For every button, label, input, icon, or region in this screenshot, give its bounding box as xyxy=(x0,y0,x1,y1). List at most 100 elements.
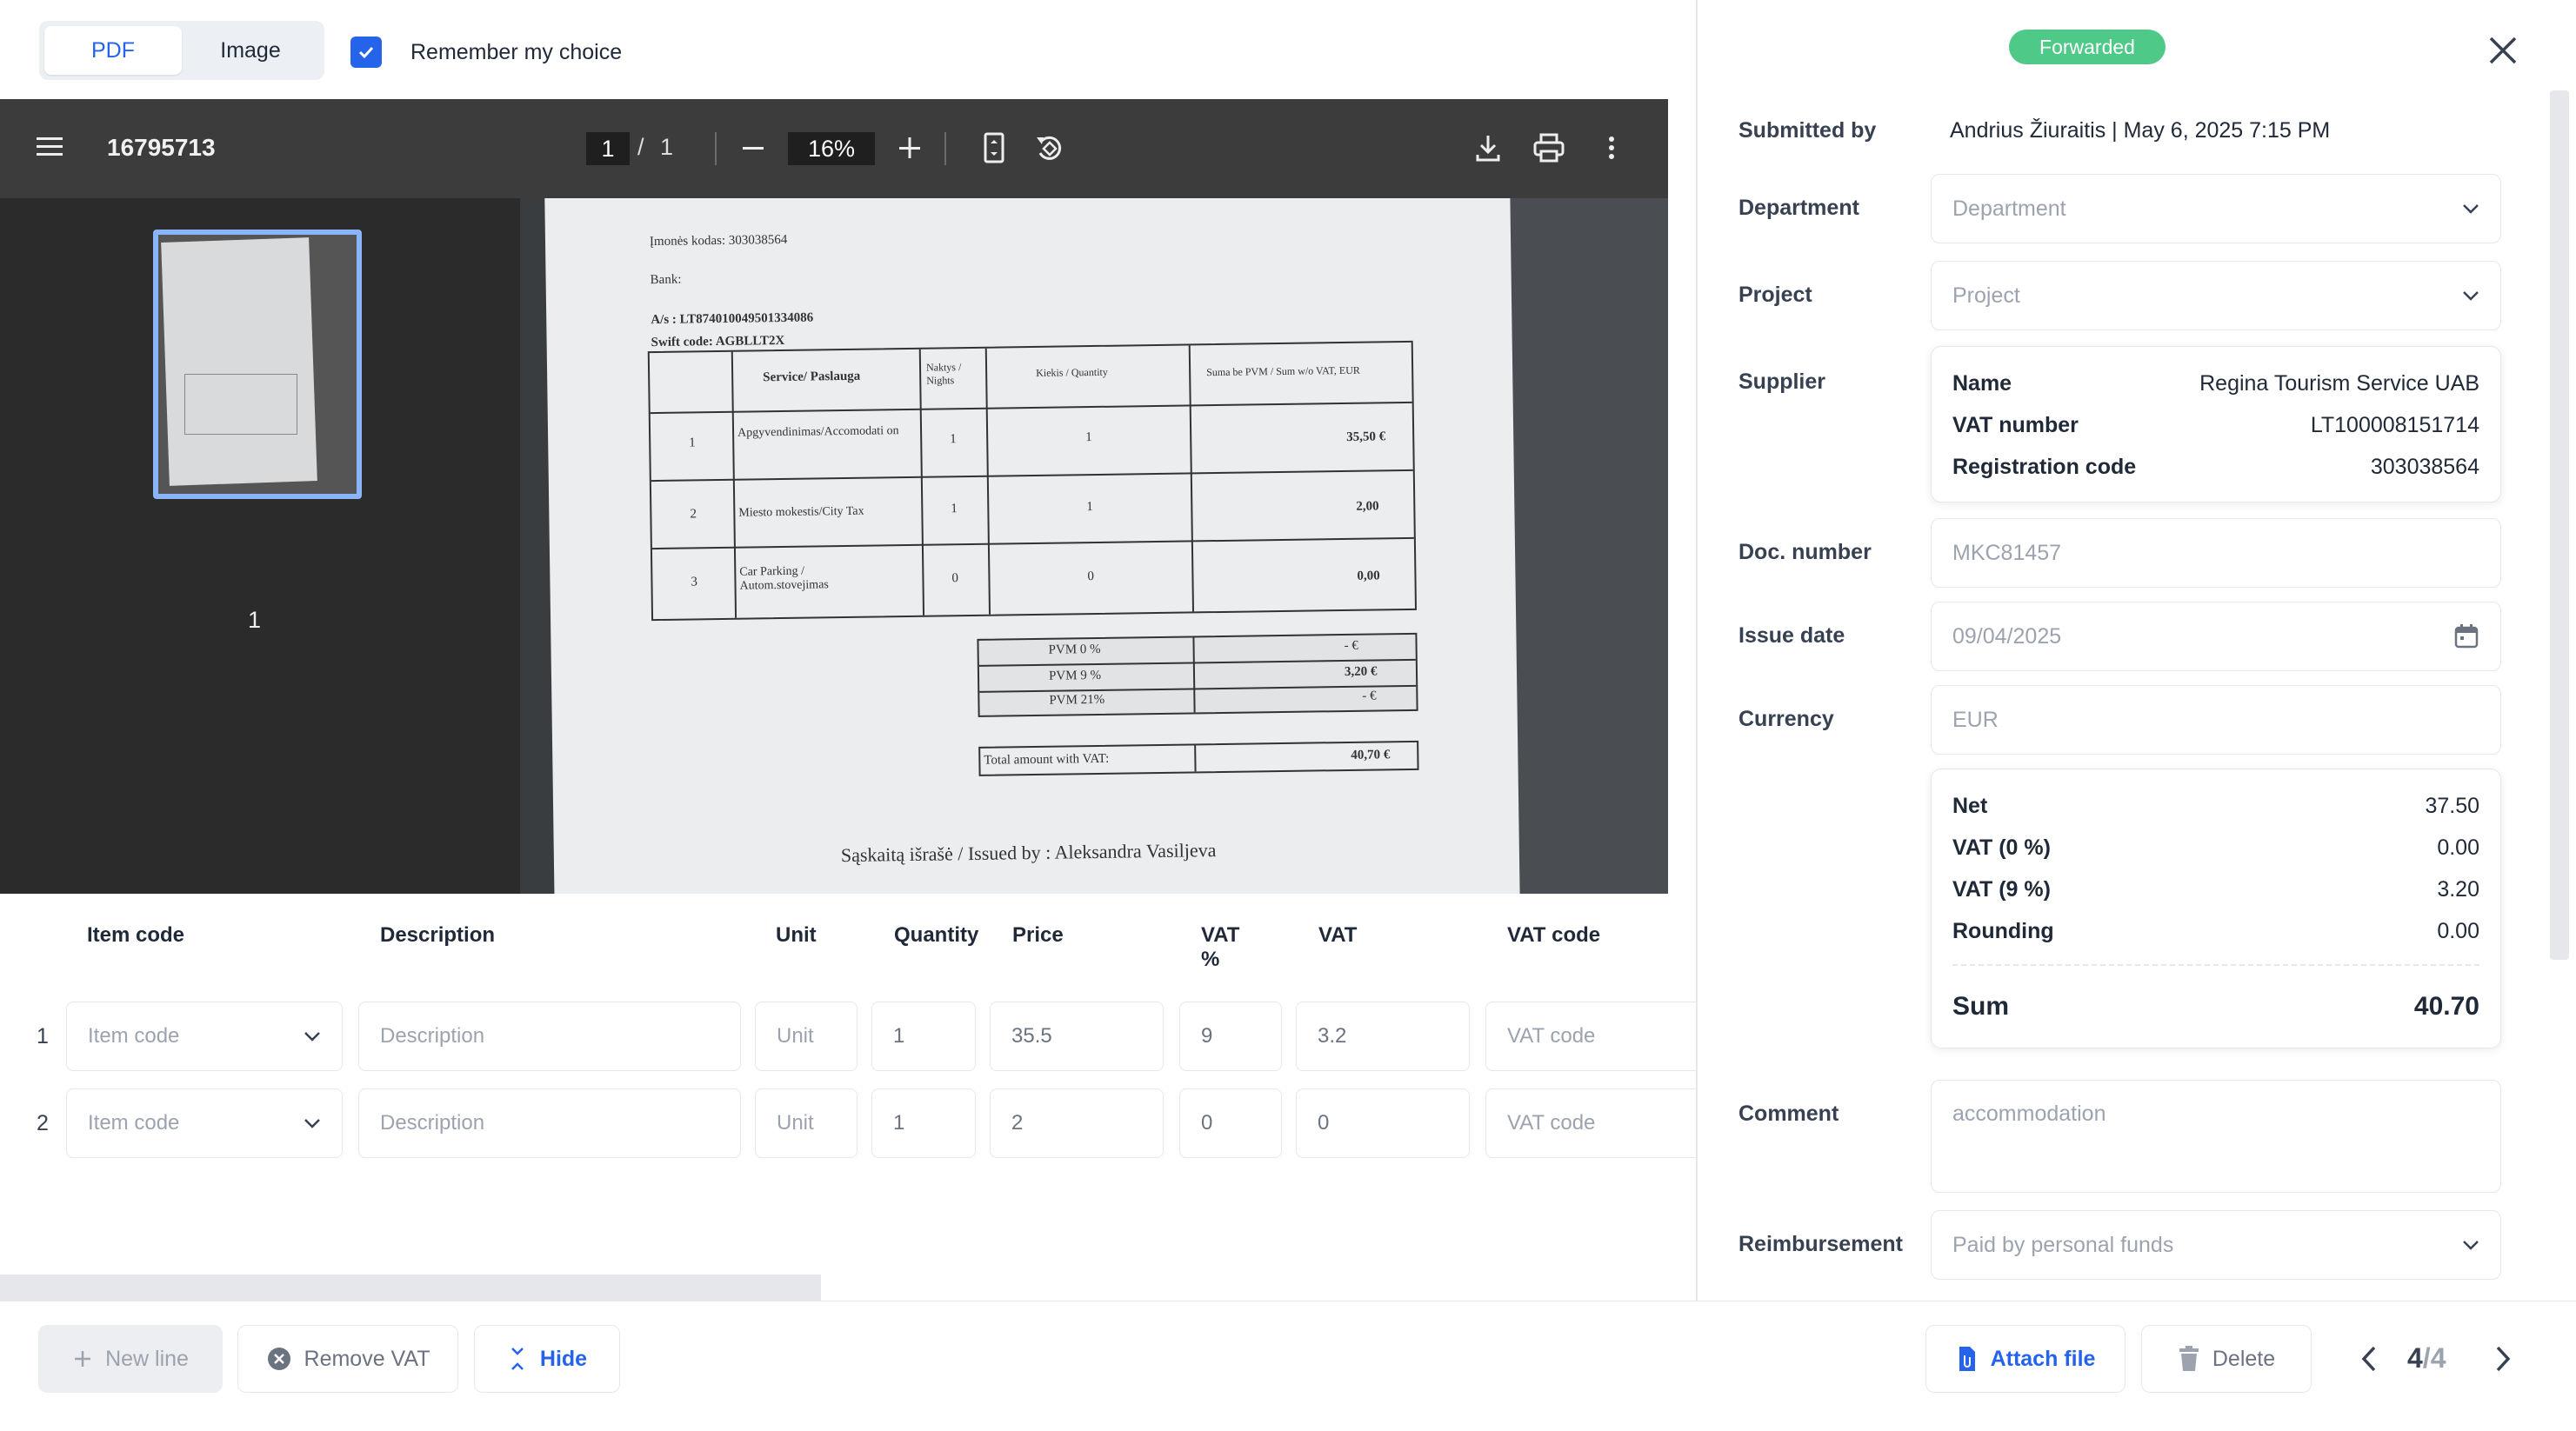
invoice-account: A/s : LT874010049501334086 xyxy=(651,310,814,328)
description-input[interactable]: Description xyxy=(358,1088,741,1158)
rotate-icon[interactable] xyxy=(1033,130,1066,165)
item-code-select[interactable]: Item code xyxy=(66,1088,343,1158)
close-icon[interactable] xyxy=(2486,33,2520,68)
invoice-row-nights: 1 xyxy=(950,432,957,447)
attach-file-button[interactable]: Attach file xyxy=(1925,1325,2126,1393)
document-pane: PDF Image Remember my choice 16795713 1 … xyxy=(0,0,1696,1301)
toolbar-divider xyxy=(944,132,946,165)
vat-code-select[interactable]: VAT code xyxy=(1485,1088,1696,1158)
pdf-toolbar: 16795713 1 / 1 16% xyxy=(0,99,1668,198)
col-header-vat-pct: VAT % xyxy=(1201,923,1240,971)
vat-code-select[interactable]: VAT code xyxy=(1485,1002,1696,1071)
zoom-level-input[interactable]: 16% xyxy=(788,132,875,165)
unit-input[interactable]: Unit xyxy=(755,1002,858,1071)
image-toggle-button[interactable]: Image xyxy=(182,26,319,75)
supplier-vat-value: LT100008151714 xyxy=(2310,413,2479,437)
project-label: Project xyxy=(1738,283,1812,307)
download-icon[interactable] xyxy=(1473,130,1503,165)
price-input[interactable]: 35.5 xyxy=(990,1002,1164,1071)
project-select[interactable]: Project xyxy=(1931,261,2501,330)
zoom-in-icon[interactable] xyxy=(898,134,922,162)
invoice-row-service: Miesto mokestis/City Tax xyxy=(738,504,864,520)
vat-pct-input[interactable]: 9 xyxy=(1179,1002,1282,1071)
pager-total: /4 xyxy=(2422,1342,2446,1374)
expense-review-dialog: PDF Image Remember my choice 16795713 1 … xyxy=(0,0,2576,1431)
fit-page-icon[interactable] xyxy=(981,130,1007,165)
chevron-down-icon xyxy=(304,1119,320,1128)
vat-input[interactable]: 3.2 xyxy=(1296,1002,1470,1071)
rounding-key: Rounding xyxy=(1952,919,2054,943)
collapse-icon xyxy=(511,1348,524,1370)
calendar-icon[interactable] xyxy=(2453,623,2479,649)
invoice-row-qty: 1 xyxy=(1085,430,1092,445)
invoice-vat-value: - € xyxy=(1362,689,1377,703)
vat0-row: VAT (0 %) 0.00 xyxy=(1952,835,2479,861)
totals-card: Net 37.50 VAT (0 %) 0.00 VAT (9 %) 3.20 Rou… xyxy=(1931,769,2501,1048)
rounding-row: Rounding 0.00 xyxy=(1952,919,2479,944)
vat-input[interactable]: 0 xyxy=(1296,1088,1470,1158)
remove-circle-icon xyxy=(267,1348,290,1370)
vertical-scrollbar[interactable] xyxy=(2550,90,2569,960)
pdf-page: Įmonės kodas: 303038564 Bank: A/s : LT87… xyxy=(520,198,1668,894)
invoice-swift: Swift code: AGBLLT2X xyxy=(651,333,785,350)
horizontal-scrollbar-thumb[interactable] xyxy=(0,1275,821,1301)
chevron-down-icon xyxy=(304,1032,320,1042)
invoice-row-sum: 0,00 xyxy=(1357,569,1380,583)
chevron-down-icon xyxy=(2463,204,2479,214)
doc-number-input[interactable]: MKC81457 xyxy=(1931,518,2501,588)
department-select[interactable]: Department xyxy=(1931,174,2501,243)
more-options-icon[interactable] xyxy=(1605,130,1618,165)
currency-input[interactable]: EUR xyxy=(1931,685,2501,755)
page-number-input[interactable]: 1 xyxy=(586,132,630,165)
page-thumbnail[interactable] xyxy=(153,230,362,499)
invoice-table: Service/ Paslauga Naktys / Nights Kiekis… xyxy=(647,340,1418,622)
description-input[interactable]: Description xyxy=(358,1002,741,1071)
project-value: Project xyxy=(1952,283,2020,308)
col-header-price: Price xyxy=(1012,923,1064,947)
supplier-reg-row: Registration code 303038564 xyxy=(1952,455,2479,480)
issue-date-label: Issue date xyxy=(1738,623,1845,648)
invoice-vat-label: PVM 9 % xyxy=(1048,668,1102,683)
item-code-select[interactable]: Item code xyxy=(66,1002,343,1071)
page-total: 1 xyxy=(660,134,674,160)
invoice-row-sum: 2,00 xyxy=(1356,499,1379,514)
comment-textarea[interactable]: accommodation xyxy=(1931,1080,2501,1193)
zoom-out-icon[interactable] xyxy=(741,134,765,162)
quantity-input[interactable]: 1 xyxy=(871,1002,976,1071)
invoice-issued-by: Sąskaitą išrašė / Issued by : Aleksandra… xyxy=(840,839,1217,867)
invoice-header-quantity: Kiekis / Quantity xyxy=(1036,365,1108,379)
attach-file-label: Attach file xyxy=(1990,1346,2096,1371)
chevron-left-icon[interactable] xyxy=(2359,1344,2379,1374)
hide-label: Hide xyxy=(539,1346,588,1371)
supplier-label: Supplier xyxy=(1738,369,1826,394)
thumbnail-table xyxy=(184,374,297,435)
pdf-toggle-button[interactable]: PDF xyxy=(44,26,182,75)
vat9-value: 3.20 xyxy=(2437,877,2479,902)
trash-icon xyxy=(2179,1346,2199,1371)
new-line-button[interactable]: New line xyxy=(38,1325,223,1393)
thumbnail-page-image xyxy=(161,237,317,486)
reimbursement-select[interactable]: Paid by personal funds xyxy=(1931,1210,2501,1280)
delete-button[interactable]: Delete xyxy=(2141,1325,2312,1393)
remember-choice-checkbox[interactable] xyxy=(350,37,382,68)
hamburger-menu-icon[interactable] xyxy=(37,136,64,158)
supplier-card[interactable]: Name Regina Tourism Service UAB VAT numbe… xyxy=(1931,346,2501,503)
unit-input[interactable]: Unit xyxy=(755,1088,858,1158)
issue-date-input[interactable]: 09/04/2025 xyxy=(1931,602,2501,671)
invoice-header-sum: Suma be PVM / Sum w/o VAT, EUR xyxy=(1206,363,1360,379)
invoice-row-qty: 1 xyxy=(1086,500,1093,515)
chevron-right-icon[interactable] xyxy=(2493,1344,2513,1374)
price-input[interactable]: 2 xyxy=(990,1088,1164,1158)
submitted-by-label: Submitted by xyxy=(1738,118,1877,143)
totals-divider xyxy=(1952,964,2479,966)
sum-key: Sum xyxy=(1952,992,2010,1021)
quantity-input[interactable]: 1 xyxy=(871,1088,976,1158)
issue-date-value: 09/04/2025 xyxy=(1952,623,2062,649)
hide-button[interactable]: Hide xyxy=(474,1325,620,1393)
view-toggle: PDF Image xyxy=(39,21,324,80)
remove-vat-button[interactable]: Remove VAT xyxy=(237,1325,458,1393)
submitted-by-value: Andrius Žiuraitis | May 6, 2025 7:15 PM xyxy=(1950,118,2331,143)
print-icon[interactable] xyxy=(1532,130,1565,165)
vat-pct-input[interactable]: 0 xyxy=(1179,1088,1282,1158)
invoice-row-nights: 1 xyxy=(951,502,958,516)
